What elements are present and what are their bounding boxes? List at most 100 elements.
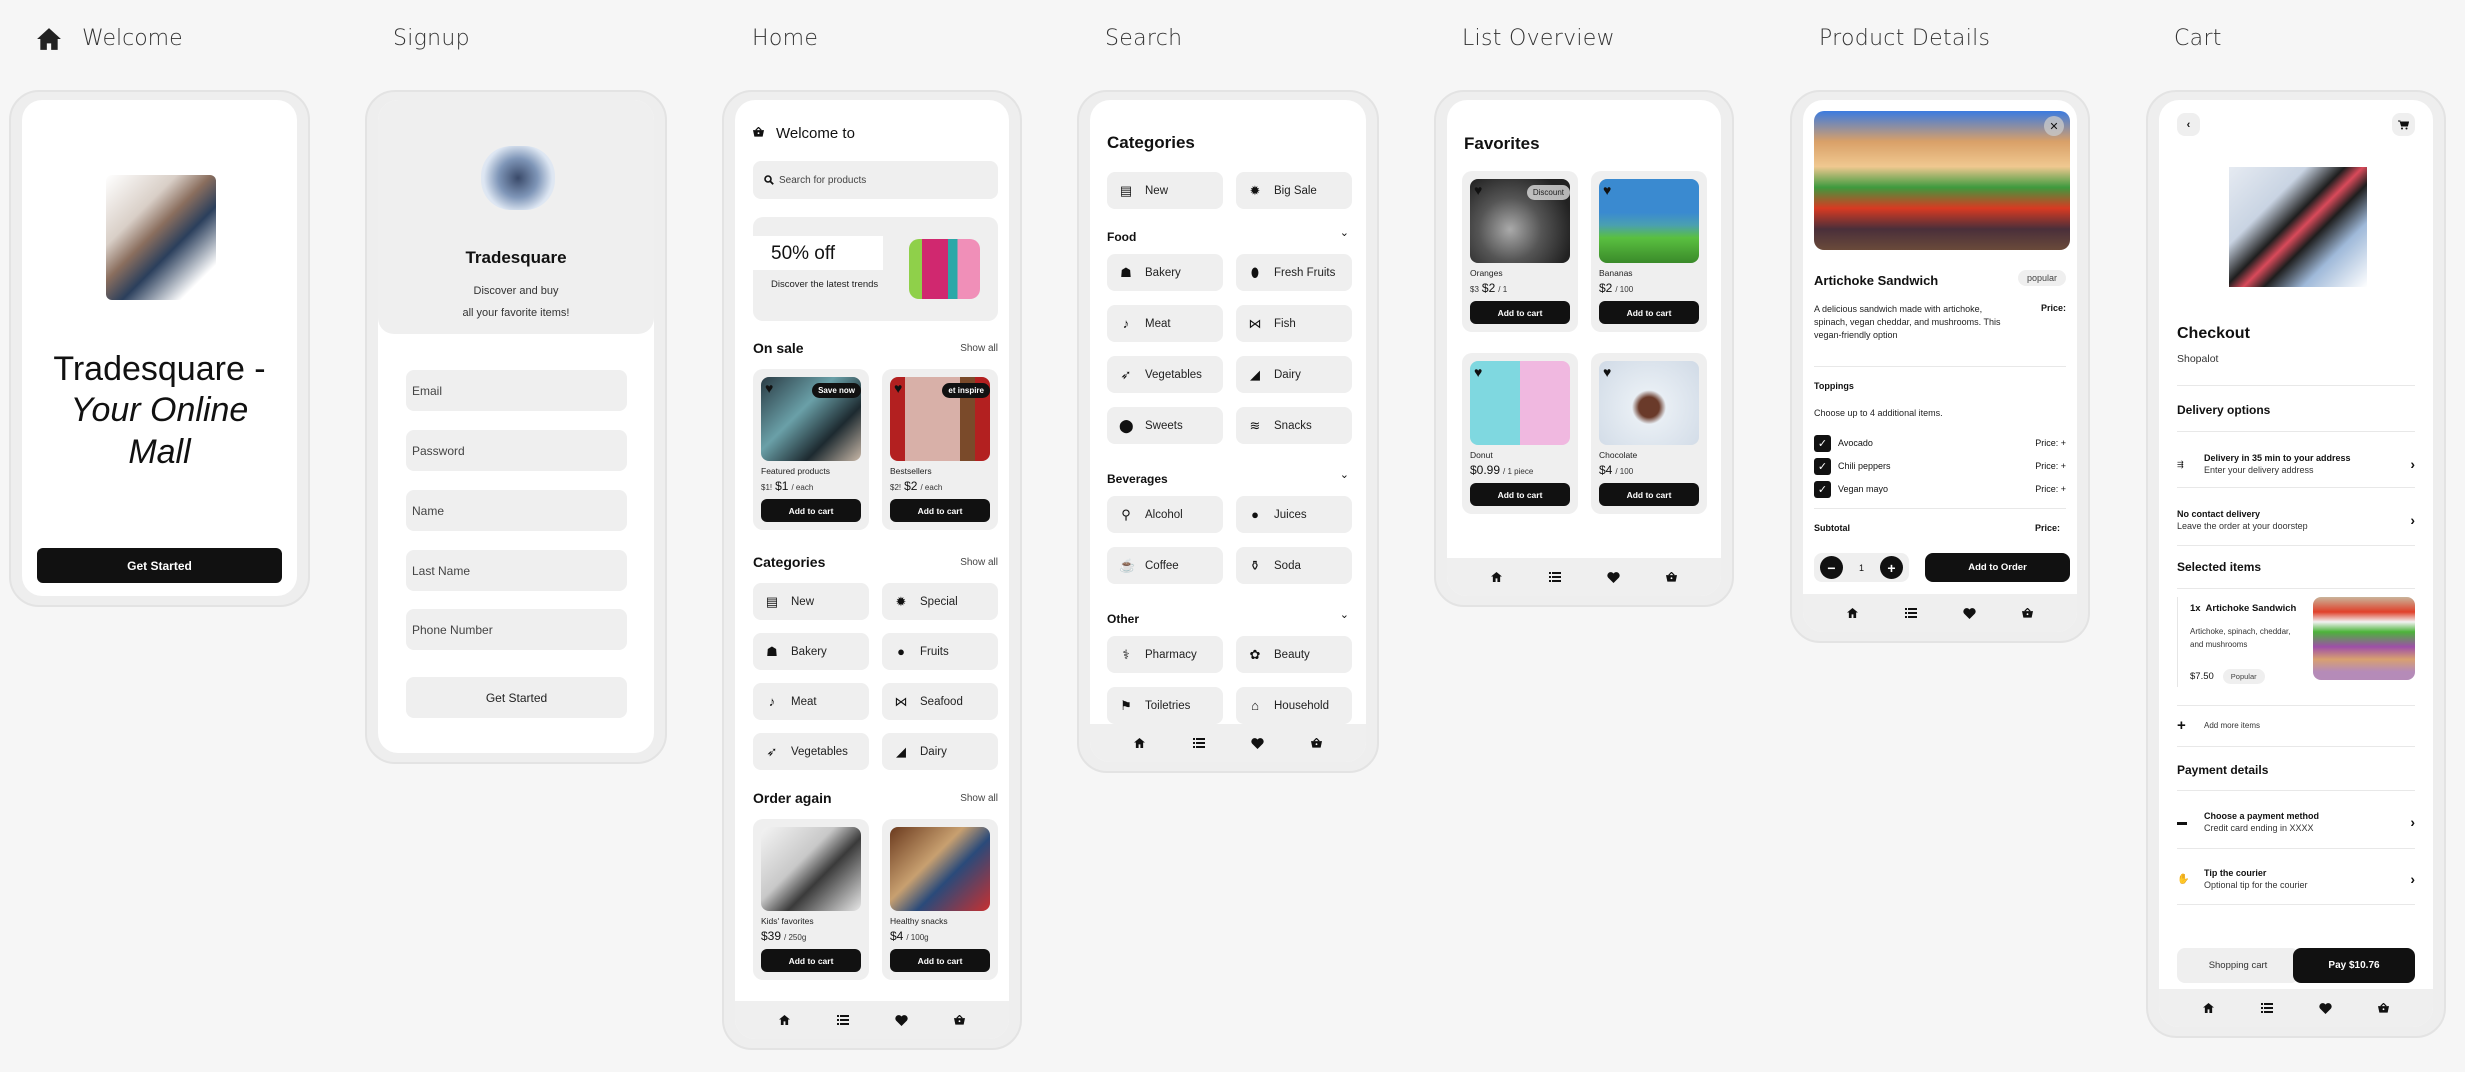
category-dairy[interactable]: ◢ Dairy [1236,356,1352,393]
cart-item[interactable]: 1x Artichoke Sandwich Artichoke, spinach… [2177,597,2415,687]
nav-heart-icon[interactable] [2315,1002,2335,1014]
nav-heart-icon[interactable] [1603,571,1623,583]
product-card[interactable]: ♥ Discount Oranges $3 $2/ 1 Add to cart [1462,171,1578,332]
category-fish[interactable]: ⋈ Fish [1236,305,1352,342]
favorite-heart-icon[interactable]: ♥ [894,380,902,396]
add-to-cart-button[interactable]: Add to cart [1599,301,1699,324]
nav-list-icon[interactable] [1545,572,1565,582]
favorite-heart-icon[interactable]: ♥ [1474,182,1482,198]
category-special[interactable]: ✹ Special [882,583,998,620]
checkbox-checked[interactable]: ✓ [1814,434,1831,452]
add-to-cart-button[interactable]: Add to cart [1470,483,1570,506]
nav-basket-icon[interactable] [2018,608,2038,618]
category-soda[interactable]: ⚱ Soda [1236,547,1352,584]
password-field[interactable]: Password [406,430,627,471]
favorite-heart-icon[interactable]: ♥ [1603,364,1611,380]
add-to-cart-button[interactable]: Add to cart [761,949,861,972]
nav-list-icon[interactable] [833,1015,853,1025]
category-meat[interactable]: ♪ Meat [1107,305,1223,342]
product-card[interactable]: ♥ Bananas $2/ 100 Add to cart [1591,171,1707,332]
tip-courier-option[interactable]: ✋ Tip the courier Optional tip for the co… [2177,859,2415,899]
category-seafood[interactable]: ⋈ Seafood [882,683,998,720]
no-contact-option[interactable]: No contact delivery Leave the order at yo… [2177,500,2415,540]
name-field[interactable]: Name [406,490,627,531]
chevron-down-icon[interactable]: ⌄ [1340,608,1349,621]
product-card[interactable]: ♥ Save now Featured products $1! $1/ each Add… [753,369,869,530]
category-pharmacy[interactable]: ⚕ Pharmacy [1107,636,1223,673]
category-bakery[interactable]: ☗ Bakery [1107,254,1223,291]
category-coffee[interactable]: ☕ Coffee [1107,547,1223,584]
shopping-cart-button[interactable]: Shopping cart [2177,948,2299,983]
product-card[interactable]: ♥ Chocolate $4/ 100 Add to cart [1591,353,1707,514]
search-input[interactable]: Search for products [753,161,998,199]
signup-get-started-button[interactable]: Get Started [406,677,627,718]
pay-button[interactable]: Pay $10.76 [2293,948,2415,983]
category-big-sale[interactable]: ✹ Big Sale [1236,172,1352,209]
nav-basket-icon[interactable] [1307,738,1327,748]
nav-basket-icon[interactable] [950,1015,970,1025]
nav-home-icon[interactable] [774,1015,794,1025]
add-to-cart-button[interactable]: Add to cart [890,949,990,972]
nav-basket-icon[interactable] [1662,572,1682,582]
promo-banner[interactable]: 50% off Discover the latest trends [753,217,998,321]
category-bakery[interactable]: ☗ Bakery [753,633,869,670]
add-more-items-button[interactable]: + Add more items [2177,713,2260,737]
back-button[interactable]: ‹ [2177,113,2200,136]
nav-heart-icon[interactable] [891,1014,911,1026]
add-to-cart-button[interactable]: Add to cart [890,499,990,522]
category-new[interactable]: ▤ New [753,583,869,620]
topping-option[interactable]: ✓ Avocado Price: + [1814,434,2066,452]
category-sweets[interactable]: ⬤ Sweets [1107,407,1223,444]
plus-button[interactable]: + [1879,556,1903,579]
nav-list-icon[interactable] [2257,1003,2277,1013]
category-alcohol[interactable]: ⚲ Alcohol [1107,496,1223,533]
add-to-cart-button[interactable]: Add to cart [1599,483,1699,506]
product-card[interactable]: Kids' favorites $39/ 250g Add to cart [753,819,869,980]
nav-home-icon[interactable] [1486,572,1506,582]
nav-list-icon[interactable] [1901,608,1921,618]
last-name-field[interactable]: Last Name [406,550,627,591]
delivery-option[interactable]: ⇶ Delivery in 35 min to your address Ente… [2177,444,2415,484]
checkbox-checked[interactable]: ✓ [1814,480,1831,498]
category-new[interactable]: ▤ New [1107,172,1223,209]
close-icon[interactable]: ✕ [2044,116,2064,136]
category-dairy[interactable]: ◢ Dairy [882,733,998,770]
minus-button[interactable]: − [1820,556,1843,579]
cart-button[interactable] [2392,113,2415,136]
category-meat[interactable]: ♪ Meat [753,683,869,720]
category-vegetables[interactable]: ➶ Vegetables [1107,356,1223,393]
get-started-button[interactable]: Get Started [37,548,282,583]
product-card[interactable]: ♥ Donut $0.99/ 1 piece Add to cart [1462,353,1578,514]
order-again-show-all[interactable]: Show all [960,793,998,804]
category-fresh-fruits[interactable]: ⬮ Fresh Fruits [1236,254,1352,291]
category-fruits[interactable]: ● Fruits [882,633,998,670]
email-field[interactable]: Email [406,370,627,411]
add-to-cart-button[interactable]: Add to cart [1470,301,1570,324]
favorite-heart-icon[interactable]: ♥ [1603,182,1611,198]
nav-list-icon[interactable] [1189,738,1209,748]
chevron-down-icon[interactable]: ⌄ [1340,226,1349,239]
add-to-order-button[interactable]: Add to Order [1925,553,2070,582]
phone-number-field[interactable]: Phone Number [406,609,627,650]
checkbox-checked[interactable]: ✓ [1814,457,1831,475]
chevron-down-icon[interactable]: ⌄ [1340,468,1349,481]
add-to-cart-button[interactable]: Add to cart [761,499,861,522]
product-card[interactable]: Healthy snacks $4/ 100g Add to cart [882,819,998,980]
payment-method-option[interactable]: ▬ Choose a payment method Credit card end… [2177,802,2415,842]
nav-basket-icon[interactable] [2374,1003,2394,1013]
nav-heart-icon[interactable] [1959,607,1979,619]
topping-option[interactable]: ✓ Chili peppers Price: + [1814,457,2066,475]
nav-heart-icon[interactable] [1248,737,1268,749]
category-beauty[interactable]: ✿ Beauty [1236,636,1352,673]
nav-home-icon[interactable] [1130,738,1150,748]
favorite-heart-icon[interactable]: ♥ [1474,364,1482,380]
category-household[interactable]: ⌂ Household [1236,687,1352,724]
categories-show-all[interactable]: Show all [960,557,998,568]
category-snacks[interactable]: ≋ Snacks [1236,407,1352,444]
category-vegetables[interactable]: ➶ Vegetables [753,733,869,770]
nav-home-icon[interactable] [1842,608,1862,618]
category-toiletries[interactable]: ⚑ Toiletries [1107,687,1223,724]
favorite-heart-icon[interactable]: ♥ [765,380,773,396]
topping-option[interactable]: ✓ Vegan mayo Price: + [1814,480,2066,498]
product-card[interactable]: ♥ et inspire Bestsellers $2! $2/ each Add to … [882,369,998,530]
